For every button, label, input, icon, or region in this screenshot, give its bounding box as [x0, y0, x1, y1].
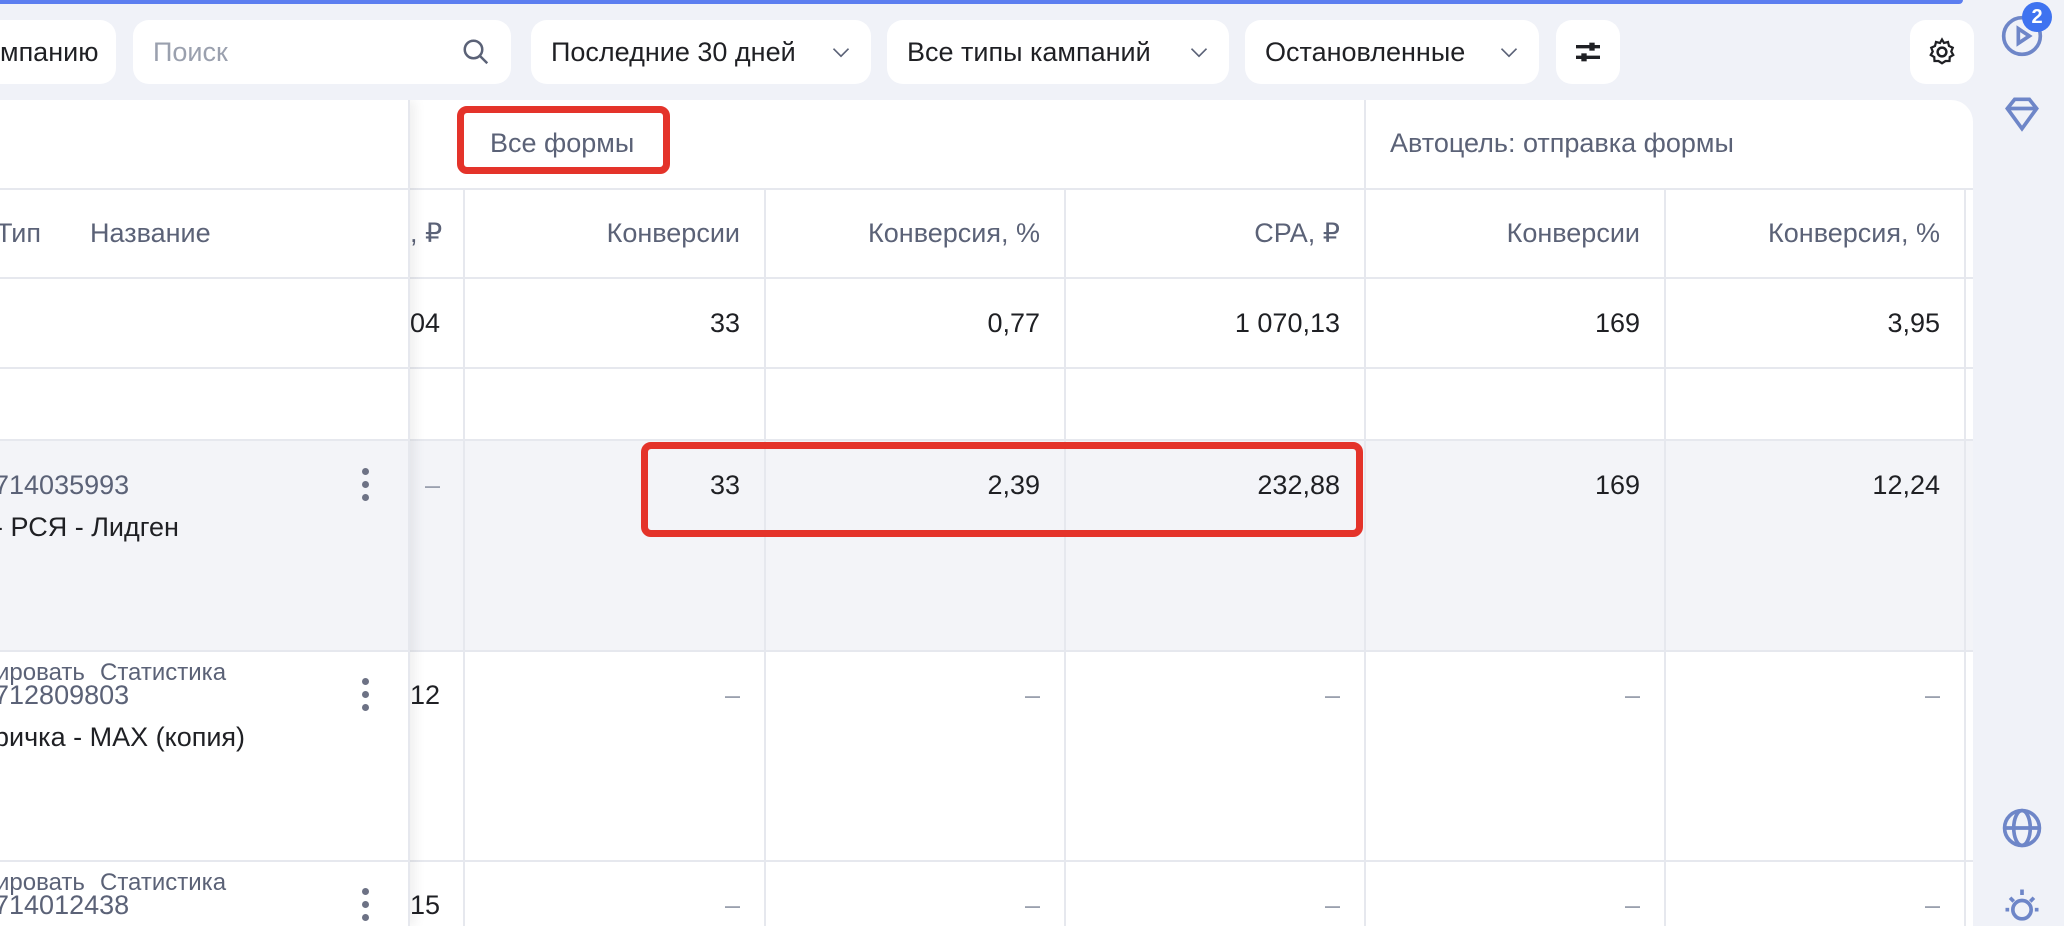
- row-3-autogoal-conversion-rate: –: [1924, 890, 1940, 920]
- row-2-autogoal-conversions: –: [1624, 680, 1640, 710]
- filters-button[interactable]: [1556, 20, 1620, 84]
- grid-line: [1664, 188, 1666, 926]
- campaigns-table: Все формы Автоцель: отправка формы , ₽ К…: [0, 100, 1973, 926]
- globe-icon[interactable]: [2000, 806, 2044, 850]
- column-header-autogoal-conversions[interactable]: Конверсии: [1366, 218, 1640, 249]
- row-3-autogoal-conversions: –: [1624, 890, 1640, 920]
- notifications-badge: 2: [2022, 2, 2052, 32]
- row-2-cpa: –: [1324, 680, 1340, 710]
- column-header-autogoal-conversion-rate[interactable]: Конверсия, %: [1666, 218, 1940, 249]
- campaign-id[interactable]: 714035993: [0, 470, 129, 501]
- table-settings-button[interactable]: [1910, 20, 1974, 84]
- gear-icon: [1929, 37, 1955, 65]
- row-menu-icon[interactable]: [362, 468, 370, 502]
- period-select[interactable]: Последние 30 дней: [531, 20, 871, 84]
- campaign-type-label: Все типы кампаний: [907, 36, 1151, 67]
- column-header-cost[interactable]: , ₽: [410, 218, 442, 249]
- chevron-down-icon: [1190, 48, 1208, 58]
- row-3-cpa: –: [1324, 890, 1340, 920]
- totals-conversions: 33: [709, 308, 740, 338]
- row-2-autogoal-conversion-rate: –: [1924, 680, 1940, 710]
- add-campaign-button[interactable]: мпанию: [0, 20, 116, 84]
- grid-line: [0, 188, 408, 190]
- status-select[interactable]: Остановленные: [1245, 20, 1539, 84]
- campaign-name[interactable]: - РСЯ - Лидген: [0, 512, 179, 543]
- campaign-id[interactable]: 714012438: [0, 890, 129, 921]
- totals-conversion-rate: 0,77: [987, 308, 1040, 338]
- grid-line: [0, 367, 408, 369]
- row-3-conversions: –: [724, 890, 740, 920]
- campaign-name[interactable]: ричка - MAX (копия): [0, 722, 245, 753]
- add-campaign-label: мпанию: [0, 36, 99, 67]
- campaign-id[interactable]: 712809803: [0, 680, 129, 711]
- row-1-cost: –: [424, 470, 440, 500]
- row-2-cost: 12: [410, 680, 441, 710]
- group-header-autogoal[interactable]: Автоцель: отправка формы: [1390, 128, 1734, 159]
- grid-line: [1064, 188, 1066, 926]
- search-input[interactable]: Поиск: [133, 20, 511, 84]
- sticky-name-column: Тип Название 714035993 - РСЯ - Лидген ир…: [0, 100, 410, 926]
- column-header-conversions[interactable]: Конверсии: [466, 218, 740, 249]
- column-header-type[interactable]: Тип: [0, 218, 41, 249]
- row-menu-icon[interactable]: [362, 678, 370, 712]
- totals-autogoal-conversions: 169: [1594, 308, 1640, 338]
- campaign-type-select[interactable]: Все типы кампаний: [887, 20, 1229, 84]
- row-2-conversion-rate: –: [1024, 680, 1040, 710]
- annotation-box-all-forms: [457, 106, 670, 174]
- search-placeholder: Поиск: [153, 36, 228, 67]
- chevron-down-icon: [1500, 48, 1518, 58]
- top-progress-line: [0, 0, 1963, 4]
- grid-line: [764, 188, 766, 926]
- grid-line: [1964, 188, 1966, 926]
- row-3-conversion-rate: –: [1024, 890, 1040, 920]
- column-header-conversion-rate[interactable]: Конверсия, %: [766, 218, 1040, 249]
- totals-autogoal-conversion-rate: 3,95: [1887, 308, 1940, 338]
- theme-sun-icon[interactable]: [2000, 884, 2044, 926]
- grid-line: [0, 860, 408, 862]
- search-icon: [463, 39, 489, 65]
- totals-cost: 04: [410, 308, 441, 338]
- annotation-box-row-values: [641, 442, 1363, 537]
- status-label: Остановленные: [1265, 36, 1466, 67]
- totals-cpa: 1 070,13: [1234, 308, 1340, 338]
- column-header-cpa[interactable]: CPA, ₽: [1066, 218, 1340, 249]
- row-menu-icon[interactable]: [362, 888, 370, 922]
- diamond-icon[interactable]: [2000, 92, 2044, 136]
- grid-line: [0, 277, 408, 279]
- row-1-autogoal-conversions: 169: [1594, 470, 1640, 500]
- sliders-icon: [1576, 42, 1600, 62]
- chevron-down-icon: [832, 48, 850, 58]
- row-3-cost: 15: [410, 890, 441, 920]
- column-header-name[interactable]: Название: [90, 218, 211, 249]
- grid-line: [463, 188, 465, 926]
- period-label: Последние 30 дней: [551, 36, 796, 67]
- row-1-autogoal-conversion-rate: 12,24: [1872, 470, 1940, 500]
- row-2-conversions: –: [724, 680, 740, 710]
- grid-line: [0, 650, 408, 652]
